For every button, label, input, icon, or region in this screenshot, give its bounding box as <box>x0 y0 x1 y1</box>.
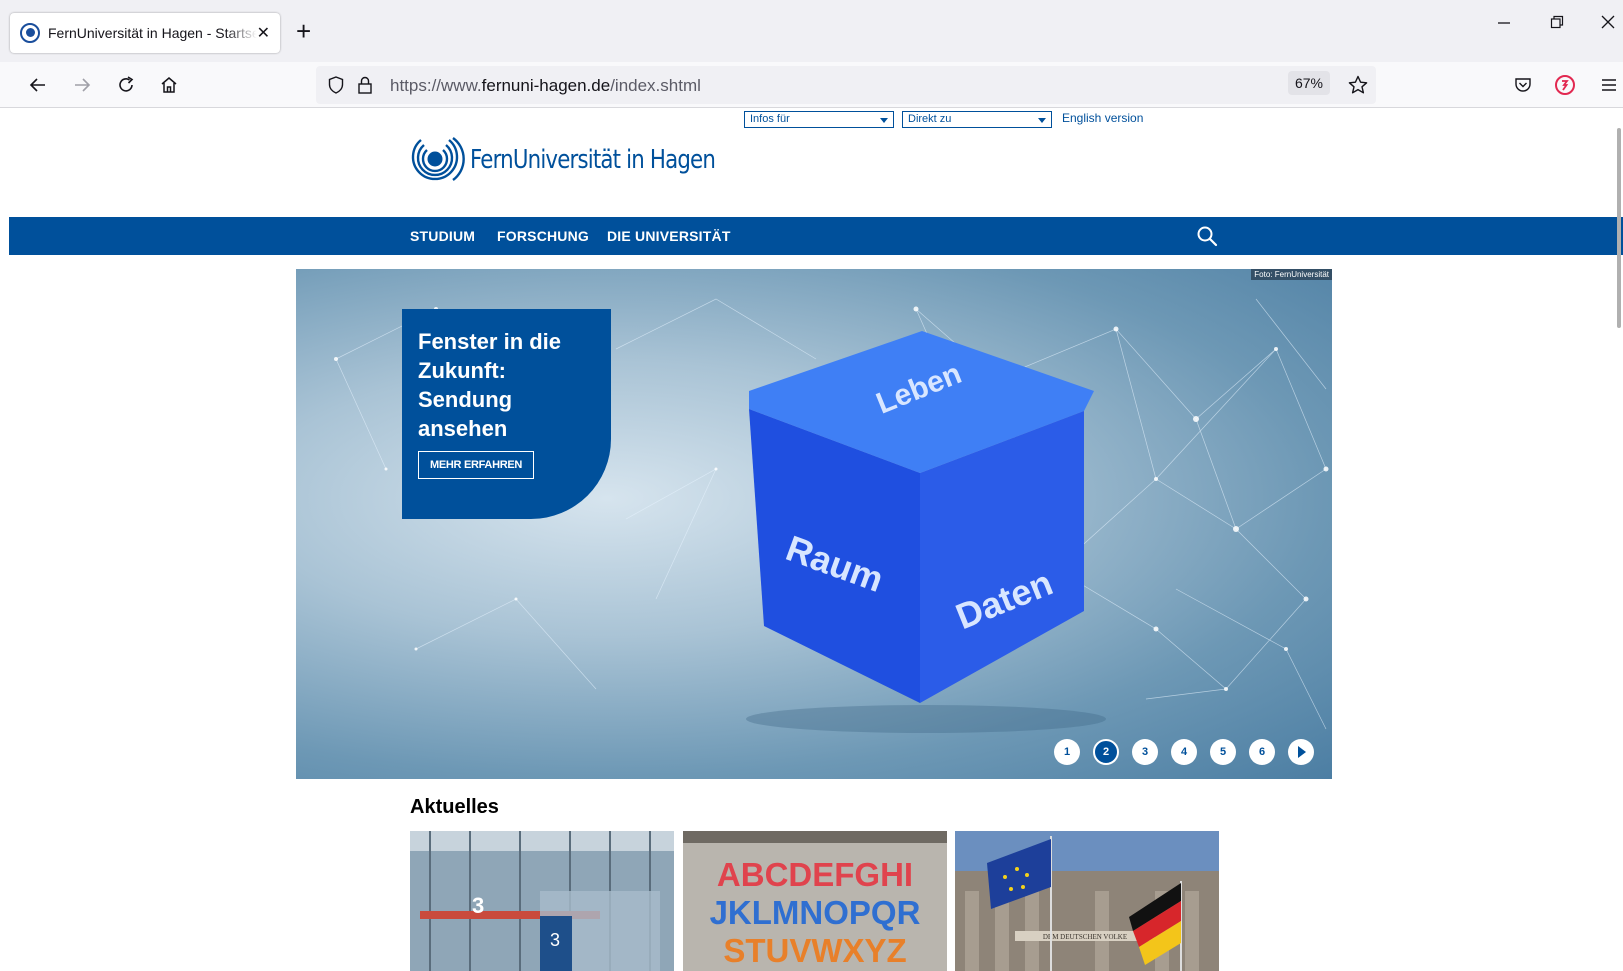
svg-text:3: 3 <box>472 893 484 918</box>
new-tab-button[interactable]: + <box>296 16 311 46</box>
home-icon[interactable] <box>154 70 184 100</box>
building-image: 3 3 <box>410 831 674 971</box>
logo-mark-icon <box>411 137 465 181</box>
english-version-link[interactable]: English version <box>1062 111 1143 125</box>
main-navigation: STUDIUM FORSCHUNG DIE UNIVERSITÄT <box>9 217 1623 255</box>
extension-icon[interactable] <box>1550 70 1580 100</box>
reichstag-inscription: DEM DEUTSCHEN VOLKE <box>1043 933 1127 941</box>
menu-hamburger-icon[interactable] <box>1594 70 1623 100</box>
alphabet-image: ABCDEFGHI JKLMNOPQR STUVWXYZ <box>683 831 947 971</box>
news-card-reichstag[interactable]: DEM DEUTSCHEN VOLKE <box>955 831 1219 971</box>
slide-dot-3[interactable]: 3 <box>1132 739 1158 765</box>
mehr-erfahren-button[interactable]: MEHR ERFAHREN <box>418 451 535 479</box>
zoom-level-badge[interactable]: 67% <box>1288 71 1330 95</box>
tab-title: FernUniversität in Hagen - Startseite <box>48 25 257 41</box>
svg-text:3: 3 <box>550 930 560 950</box>
alphabet-row-2: JKLMNOPQR <box>710 894 921 931</box>
browser-tab-bar: FernUniversität in Hagen - Startseite ✕ … <box>0 0 1623 62</box>
alphabet-row-3: STUVWXYZ <box>723 932 906 969</box>
infos-fuer-select[interactable]: Infos für <box>744 111 894 128</box>
tab-close-button[interactable]: ✕ <box>257 23 270 43</box>
reload-icon[interactable] <box>111 70 141 100</box>
university-logo[interactable]: FernUniversität in Hagen <box>404 132 769 188</box>
bookmark-star-icon[interactable] <box>1343 70 1373 100</box>
url-text: https://www.fernuni-hagen.de/index.shtml <box>390 76 701 95</box>
slide-dot-2[interactable]: 2 <box>1093 739 1119 765</box>
url-bar[interactable]: https://www.fernuni-hagen.de/index.shtml <box>316 66 1376 104</box>
restore-icon[interactable] <box>1549 14 1565 35</box>
slider-pagination: 1 2 3 4 5 6 <box>1054 739 1314 765</box>
reichstag-flags-image: DEM DEUTSCHEN VOLKE <box>955 831 1219 971</box>
lock-icon[interactable] <box>356 75 374 100</box>
pocket-icon[interactable] <box>1508 70 1538 100</box>
minimize-icon[interactable] <box>1496 14 1512 35</box>
photo-credit: Foto: FernUniversität <box>1251 269 1332 280</box>
forward-arrow-icon[interactable] <box>67 70 97 100</box>
data-cube-graphic: Leben Raum Daten <box>749 331 1094 703</box>
close-window-icon[interactable] <box>1600 14 1616 35</box>
nav-forschung[interactable]: FORSCHUNG <box>497 228 589 244</box>
shield-icon[interactable] <box>326 75 346 100</box>
direkt-zu-select[interactable]: Direkt zu <box>902 111 1052 128</box>
logo-text: FernUniversität in Hagen <box>470 145 716 175</box>
slide-dot-5[interactable]: 5 <box>1210 739 1236 765</box>
aktuelles-heading: Aktuelles <box>410 796 499 818</box>
teaser-title: Fenster in die Zukunft: Sendung ansehen <box>418 329 562 441</box>
news-card-building[interactable]: 3 3 <box>410 831 674 971</box>
slide-dot-6[interactable]: 6 <box>1249 739 1275 765</box>
favicon-icon <box>20 23 40 43</box>
nav-die-universitaet[interactable]: DIE UNIVERSITÄT <box>607 228 731 244</box>
back-arrow-icon[interactable] <box>23 70 53 100</box>
browser-toolbar: https://www.fernuni-hagen.de/index.shtml… <box>0 62 1623 108</box>
news-card-alphabet[interactable]: ABCDEFGHI JKLMNOPQR STUVWXYZ <box>683 831 947 971</box>
alphabet-row-1: ABCDEFGHI <box>717 856 913 893</box>
browser-tab[interactable]: FernUniversität in Hagen - Startseite ✕ <box>10 13 280 53</box>
page-scrollbar[interactable] <box>1617 128 1621 328</box>
search-icon[interactable] <box>1196 225 1218 247</box>
slide-dot-4[interactable]: 4 <box>1171 739 1197 765</box>
web-page: Infos für Direkt zu English version Fern… <box>9 108 1623 971</box>
slide-dot-1[interactable]: 1 <box>1054 739 1080 765</box>
nav-studium[interactable]: STUDIUM <box>410 228 475 244</box>
next-slide-icon[interactable] <box>1288 739 1314 765</box>
hero-slider[interactable]: Leben Raum Daten Foto: FernUniversität F… <box>296 269 1332 779</box>
hero-teaser-box: Fenster in die Zukunft: Sendung ansehen … <box>402 309 611 519</box>
